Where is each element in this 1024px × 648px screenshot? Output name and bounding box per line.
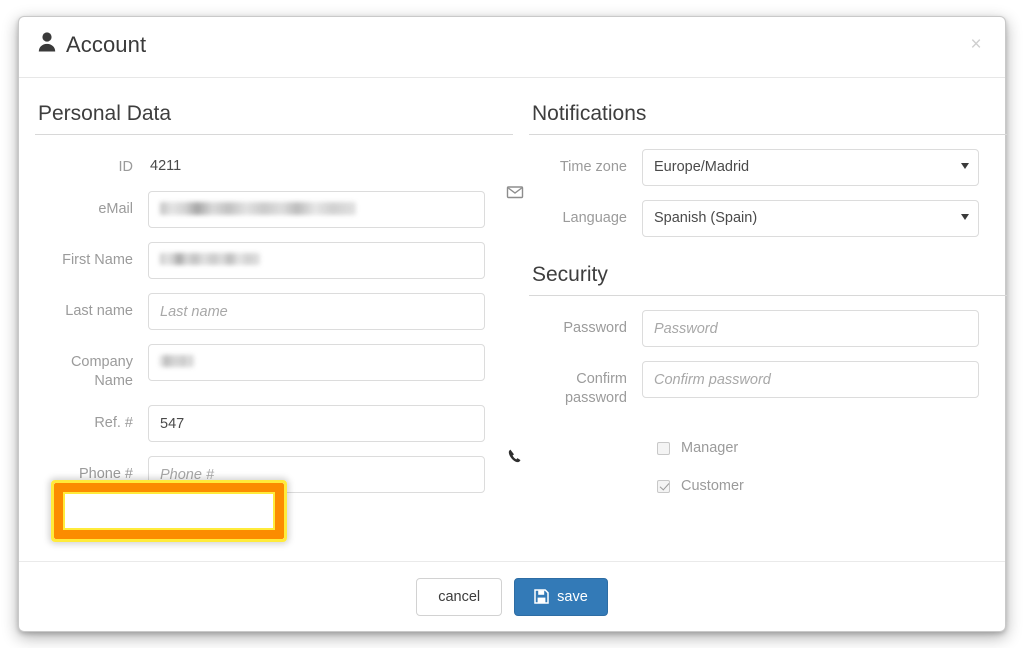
field-row-id: ID 4211 — [35, 149, 513, 177]
notifications-security-column: Notifications Time zone Europe/Madrid La… — [529, 78, 1007, 494]
email-field-wrap — [148, 186, 524, 228]
id-value: 4211 — [150, 158, 182, 174]
phone-label: Phone # — [78, 466, 133, 482]
floppy-disk-icon — [534, 589, 549, 604]
field-row-last-name: Last name — [35, 293, 513, 330]
email-label: eMail — [98, 201, 133, 217]
company-name-label-line1: Company — [70, 354, 133, 370]
last-name-label: Last name — [65, 303, 133, 319]
checkbox-row-manager[interactable]: Manager — [529, 440, 1007, 456]
envelope-icon — [504, 181, 526, 208]
last-name-input[interactable] — [148, 293, 485, 330]
confirm-password-input[interactable] — [642, 361, 979, 398]
field-row-ref-no: Ref. # — [35, 405, 513, 442]
last-name-field-wrap — [148, 293, 513, 330]
confirm-password-label-line1: Confirm — [576, 371, 627, 387]
language-label: Language — [562, 210, 627, 226]
screen: Account × Personal Data ID 4211 eMail Fi… — [0, 0, 1024, 648]
email-redacted-value — [160, 202, 356, 215]
customer-label: Customer — [681, 478, 744, 494]
field-row-time-zone: Time zone Europe/Madrid — [529, 149, 1007, 186]
manager-label: Manager — [681, 440, 739, 456]
company-name-field[interactable] — [148, 344, 485, 381]
dialog-body: Personal Data ID 4211 eMail First Name L… — [19, 78, 1007, 560]
personal-data-column: Personal Data ID 4211 eMail First Name L… — [35, 78, 524, 493]
manager-checkbox[interactable] — [657, 441, 670, 455]
field-row-password: Password — [529, 310, 1007, 347]
dialog-title: Account — [37, 31, 146, 58]
checkbox-row-customer[interactable]: Customer — [529, 478, 1007, 494]
language-select[interactable]: Spanish (Spain) — [642, 200, 979, 237]
notifications-heading: Notifications — [529, 102, 1007, 135]
dialog-footer: cancel save — [19, 561, 1005, 631]
password-field-wrap — [642, 310, 1007, 347]
first-name-label: First Name — [62, 252, 133, 268]
ref-no-label: Ref. # — [94, 415, 133, 431]
company-name-label-line2: Name — [94, 373, 133, 389]
security-heading: Security — [529, 263, 1007, 296]
account-dialog: Account × Personal Data ID 4211 eMail Fi… — [18, 16, 1007, 632]
password-label: Password — [563, 320, 627, 336]
confirm-password-label-line2: password — [564, 390, 627, 406]
customer-checkbox[interactable] — [657, 479, 670, 493]
dialog-title-text: Account — [66, 31, 147, 57]
phone-input[interactable] — [148, 456, 485, 493]
time-zone-label: Time zone — [559, 159, 627, 175]
phone-icon — [504, 445, 526, 472]
company-name-label: Company Name — [35, 344, 148, 391]
time-zone-select[interactable]: Europe/Madrid — [642, 149, 979, 186]
ref-no-input[interactable] — [148, 405, 485, 442]
email-field[interactable] — [148, 191, 485, 228]
language-field-wrap: Spanish (Spain) — [642, 200, 1007, 237]
field-row-company-name: Company Name — [35, 344, 513, 391]
save-button[interactable]: save — [514, 577, 608, 616]
first-name-field-wrap — [148, 242, 513, 279]
company-name-redacted-value — [160, 355, 194, 367]
phone-field-wrap — [148, 449, 521, 493]
password-input[interactable] — [642, 310, 979, 347]
field-row-email: eMail — [35, 186, 524, 228]
field-row-language: Language Spanish (Spain) — [529, 200, 1007, 237]
language-select-wrap: Spanish (Spain) — [642, 200, 979, 237]
confirm-password-field-wrap — [642, 361, 1007, 398]
ref-no-field-wrap — [148, 405, 513, 442]
close-icon[interactable]: × — [965, 34, 987, 56]
confirm-password-label: Confirm password — [529, 361, 642, 408]
first-name-field[interactable] — [148, 242, 485, 279]
field-row-phone: Phone # — [35, 449, 521, 493]
id-label: ID — [118, 159, 134, 175]
time-zone-field-wrap: Europe/Madrid — [642, 149, 1007, 186]
dialog-header: Account × — [19, 17, 1005, 78]
personal-data-heading: Personal Data — [35, 102, 513, 135]
id-value-wrap: 4211 — [148, 149, 513, 174]
field-row-first-name: First Name — [35, 242, 513, 279]
save-button-label: save — [557, 588, 588, 605]
field-row-confirm-password: Confirm password — [529, 361, 1007, 408]
company-name-field-wrap — [148, 344, 513, 381]
first-name-redacted-value — [160, 253, 260, 265]
cancel-button[interactable]: cancel — [416, 577, 503, 616]
time-zone-select-wrap: Europe/Madrid — [642, 149, 979, 186]
person-icon — [37, 31, 57, 58]
